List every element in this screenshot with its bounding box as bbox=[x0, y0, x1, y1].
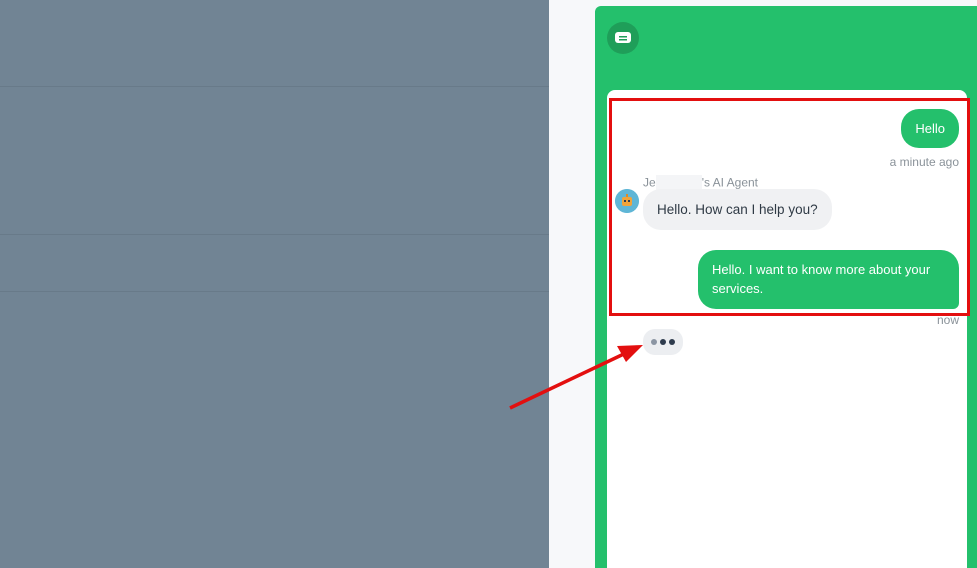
annotation-arrow-icon bbox=[509, 345, 643, 410]
